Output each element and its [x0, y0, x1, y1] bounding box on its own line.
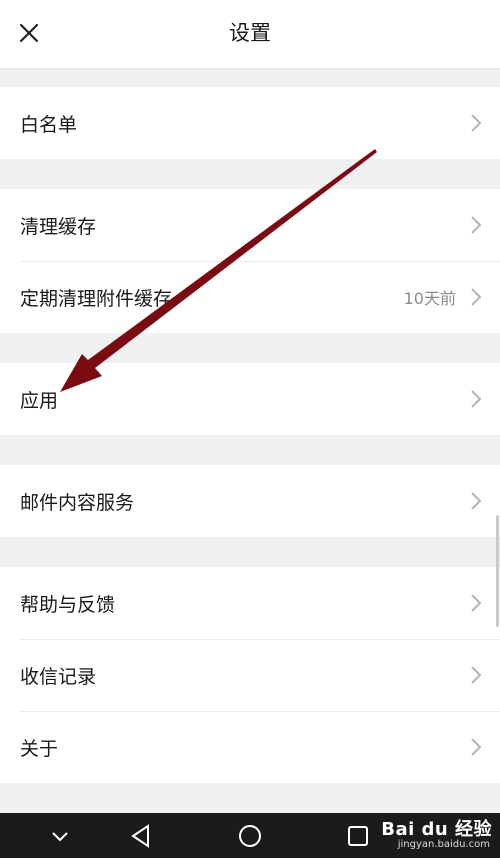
- settings-item-label: 收信记录: [20, 665, 97, 688]
- system-navigation-bar: Bai du 经验 jingyan.baidu.com: [0, 813, 500, 858]
- settings-item-about[interactable]: 关于: [0, 711, 500, 783]
- chevron-right-icon: [471, 492, 482, 510]
- chevron-right-icon: [471, 114, 482, 132]
- chevron-right-icon: [471, 666, 482, 684]
- settings-group-mail-service: 邮件内容服务: [0, 465, 500, 537]
- settings-item-label: 清理缓存: [20, 215, 97, 238]
- chevron-right-icon: [471, 738, 482, 756]
- nav-back-button[interactable]: [125, 821, 157, 851]
- settings-item-apps[interactable]: 应用: [0, 363, 500, 435]
- chevron-right-icon: [471, 390, 482, 408]
- settings-group-cache: 清理缓存 定期清理附件缓存 10天前: [0, 189, 500, 333]
- watermark-logo: Bai du 经验: [381, 819, 492, 840]
- chevron-down-icon: [52, 832, 68, 842]
- baidu-jingyan-watermark: Bai du 经验 jingyan.baidu.com: [372, 815, 492, 857]
- settings-item-whitelist[interactable]: 白名单: [0, 87, 500, 159]
- settings-group-apps: 应用: [0, 363, 500, 435]
- chevron-right-icon: [471, 594, 482, 612]
- settings-item-clear-cache[interactable]: 清理缓存: [0, 189, 500, 261]
- settings-item-label: 定期清理附件缓存: [20, 287, 173, 310]
- settings-item-label: 应用: [20, 389, 59, 412]
- nav-hide-keyboard-button[interactable]: [44, 821, 76, 851]
- home-circle-icon: [239, 825, 261, 847]
- scrollbar-thumb[interactable]: [496, 515, 499, 627]
- settings-item-label: 关于: [20, 737, 59, 760]
- settings-item-receive-log[interactable]: 收信记录: [0, 639, 500, 711]
- settings-item-label: 白名单: [20, 113, 78, 136]
- settings-item-help-feedback[interactable]: 帮助与反馈: [0, 567, 500, 639]
- app-header: 设置: [0, 0, 500, 69]
- nav-home-button[interactable]: [234, 821, 266, 851]
- chevron-right-icon: [471, 288, 482, 306]
- settings-item-label: 邮件内容服务: [20, 491, 135, 514]
- settings-group-whitelist: 白名单: [0, 87, 500, 159]
- page-title: 设置: [229, 21, 271, 45]
- settings-item-mail-content-service[interactable]: 邮件内容服务: [0, 465, 500, 537]
- settings-item-scheduled-clear[interactable]: 定期清理附件缓存 10天前: [0, 261, 500, 333]
- recents-square-icon: [348, 826, 368, 846]
- settings-item-label: 帮助与反馈: [20, 593, 116, 616]
- chevron-right-icon: [471, 216, 482, 234]
- watermark-url: jingyan.baidu.com: [397, 839, 490, 850]
- nav-recents-button[interactable]: [342, 821, 374, 851]
- settings-group-help: 帮助与反馈 收信记录 关于: [0, 567, 500, 783]
- settings-item-value: 10天前: [403, 289, 456, 308]
- back-triangle-icon: [131, 824, 149, 848]
